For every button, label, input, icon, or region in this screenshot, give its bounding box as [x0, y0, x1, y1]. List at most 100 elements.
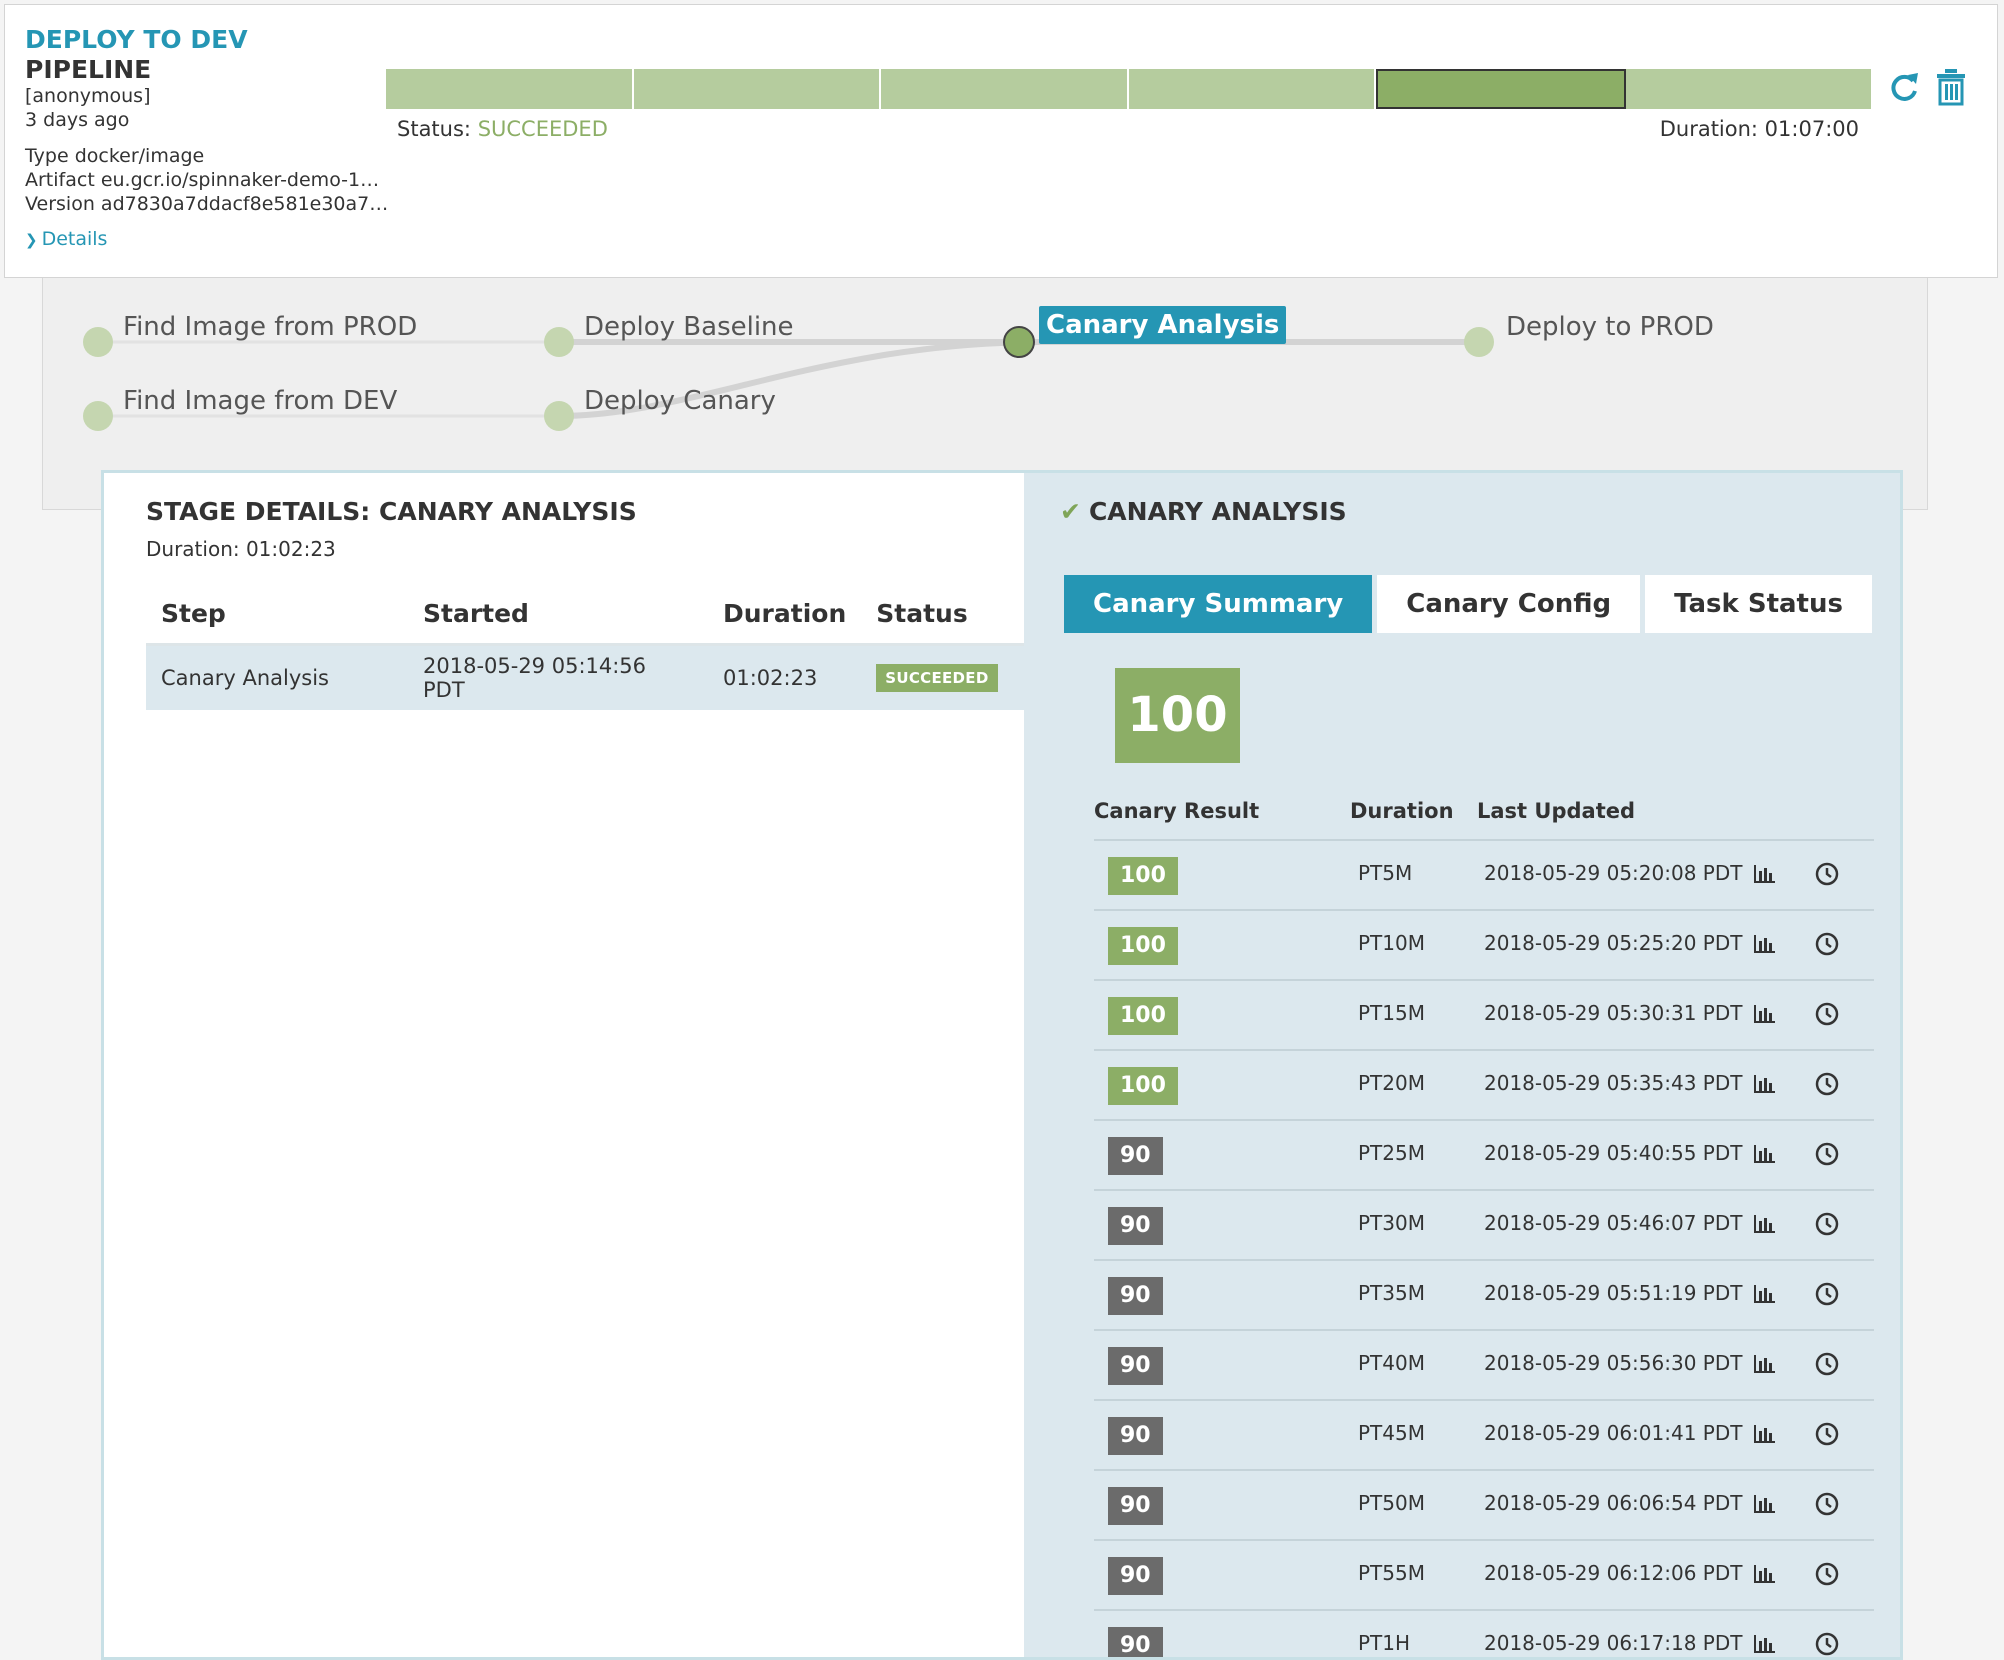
execution-header: DEPLOY TO DEV PIPELINE [anonymous] 3 day… [4, 4, 1998, 278]
execution-progress-bar[interactable] [386, 69, 1871, 109]
details-toggle[interactable]: ❯ Details [25, 228, 107, 250]
step-name: Canary Analysis [146, 644, 408, 710]
time-ago: 3 days ago [25, 109, 130, 131]
bar-chart-icon[interactable] [1752, 1283, 1776, 1305]
clock-icon[interactable] [1814, 1491, 1840, 1517]
result-last-updated: 2018-05-29 05:35:43 PDT [1484, 1071, 1743, 1095]
clock-icon[interactable] [1814, 1351, 1840, 1377]
list-item: 90 PT35M 2018-05-29 05:51:19 PDT [1094, 1261, 1874, 1331]
stage-duration: Duration: 01:02:23 [146, 537, 336, 561]
bar-chart-icon[interactable] [1752, 1493, 1776, 1515]
result-duration: PT35M [1358, 1281, 1425, 1305]
tab-task-status[interactable]: Task Status [1645, 575, 1872, 633]
trash-icon[interactable] [1933, 67, 1969, 107]
result-last-updated: 2018-05-29 05:25:20 PDT [1484, 931, 1743, 955]
list-item: 90 PT30M 2018-05-29 05:46:07 PDT [1094, 1191, 1874, 1261]
stage-node-deploy-prod[interactable]: Deploy to PROD [1506, 312, 1714, 342]
result-last-updated: 2018-05-29 05:56:30 PDT [1484, 1351, 1743, 1375]
result-last-updated: 2018-05-29 06:17:18 PDT [1484, 1631, 1743, 1655]
clock-icon[interactable] [1814, 931, 1840, 957]
artifact-type: Type docker/image [25, 145, 204, 167]
bar-chart-icon[interactable] [1752, 1563, 1776, 1585]
list-item: 100 PT5M 2018-05-29 05:20:08 PDT [1094, 841, 1874, 911]
step-started: 2018-05-29 05:14:56 PDT [408, 644, 708, 710]
result-duration: PT15M [1358, 1001, 1425, 1025]
result-duration: PT55M [1358, 1561, 1425, 1585]
result-last-updated: 2018-05-29 06:01:41 PDT [1484, 1421, 1743, 1445]
bar-chart-icon[interactable] [1752, 1073, 1776, 1095]
step-duration: 01:02:23 [708, 644, 862, 710]
clock-icon[interactable] [1814, 1001, 1840, 1027]
result-duration: PT5M [1358, 861, 1413, 885]
check-icon: ✔ [1060, 497, 1081, 526]
trigger-user: [anonymous] [25, 85, 151, 107]
pipeline-name[interactable]: DEPLOY TO DEV [25, 25, 248, 54]
col-status: Status [861, 583, 1024, 646]
status-value: SUCCEEDED [477, 117, 608, 141]
bar-chart-icon[interactable] [1752, 1213, 1776, 1235]
list-item: 90 PT40M 2018-05-29 05:56:30 PDT [1094, 1331, 1874, 1401]
result-last-updated: 2018-05-29 05:46:07 PDT [1484, 1211, 1743, 1235]
progress-segment[interactable] [1625, 69, 1871, 109]
details-link-label: Details [41, 228, 108, 250]
bar-chart-icon[interactable] [1752, 1143, 1776, 1165]
stage-node-canary-analysis[interactable]: Canary Analysis [1039, 306, 1287, 344]
result-last-updated: 2018-05-29 05:51:19 PDT [1484, 1281, 1743, 1305]
result-score-badge: 100 [1108, 1067, 1178, 1105]
stage-steps-pane: STAGE DETAILS: CANARY ANALYSIS Duration:… [104, 473, 1024, 1657]
result-last-updated: 2018-05-29 05:20:08 PDT [1484, 861, 1743, 885]
artifact-name: Artifact eu.gcr.io/spinnaker-demo-1… [25, 169, 379, 191]
node-dot-deploy-prod [1464, 327, 1494, 357]
stage-node-find-image-dev[interactable]: Find Image from DEV [123, 386, 397, 416]
result-duration: PT25M [1358, 1141, 1425, 1165]
clock-icon[interactable] [1814, 1561, 1840, 1587]
stage-node-deploy-canary[interactable]: Deploy Canary [584, 386, 776, 416]
progress-segment[interactable] [881, 69, 1129, 109]
clock-icon[interactable] [1814, 1421, 1840, 1447]
bar-chart-icon[interactable] [1752, 863, 1776, 885]
bar-chart-icon[interactable] [1752, 1633, 1776, 1655]
list-item: 90 PT55M 2018-05-29 06:12:06 PDT [1094, 1541, 1874, 1611]
result-score-badge: 100 [1108, 997, 1178, 1035]
progress-segment[interactable] [1376, 69, 1626, 109]
clock-icon[interactable] [1814, 1631, 1840, 1657]
tab-canary-summary[interactable]: Canary Summary [1064, 575, 1373, 633]
node-dot-deploy-canary [544, 401, 574, 431]
node-dot-deploy-baseline [544, 327, 574, 357]
bar-chart-icon[interactable] [1752, 1423, 1776, 1445]
clock-icon[interactable] [1814, 1071, 1840, 1097]
result-score-badge: 90 [1108, 1417, 1163, 1455]
tab-canary-config[interactable]: Canary Config [1377, 575, 1641, 633]
col-started: Started [408, 583, 708, 646]
bar-chart-icon[interactable] [1752, 1003, 1776, 1025]
steps-table: Step Started Duration Status Canary Anal… [146, 583, 1024, 710]
list-item: 100 PT20M 2018-05-29 05:35:43 PDT [1094, 1051, 1874, 1121]
canary-analysis-heading: ✔ CANARY ANALYSIS [1060, 497, 1347, 526]
list-item: 100 PT10M 2018-05-29 05:25:20 PDT [1094, 911, 1874, 981]
bar-chart-icon[interactable] [1752, 1353, 1776, 1375]
col-duration: Duration [708, 583, 862, 646]
refresh-icon[interactable] [1886, 67, 1922, 107]
clock-icon[interactable] [1814, 1141, 1840, 1167]
progress-segment[interactable] [1128, 69, 1376, 109]
progress-segment[interactable] [386, 69, 634, 109]
list-item: 100 PT15M 2018-05-29 05:30:31 PDT [1094, 981, 1874, 1051]
result-duration: PT45M [1358, 1421, 1425, 1445]
clock-icon[interactable] [1814, 1281, 1840, 1307]
table-row[interactable]: Canary Analysis 2018-05-29 05:14:56 PDT … [146, 644, 1024, 710]
progress-segment[interactable] [633, 69, 881, 109]
artifact-label: Artifact [25, 169, 95, 191]
artifact-value: eu.gcr.io/spinnaker-demo-1… [100, 169, 380, 191]
execution-duration: Duration: 01:07:00 [1659, 117, 1859, 141]
step-status-cell: SUCCEEDED [861, 644, 1024, 710]
artifact-version: Version ad7830a7ddacf8e581e30a7… [25, 193, 388, 215]
stage-node-deploy-baseline[interactable]: Deploy Baseline [584, 312, 794, 342]
result-score-badge: 90 [1108, 1347, 1163, 1385]
result-duration: PT30M [1358, 1211, 1425, 1235]
clock-icon[interactable] [1814, 1211, 1840, 1237]
result-last-updated: 2018-05-29 06:12:06 PDT [1484, 1561, 1743, 1585]
bar-chart-icon[interactable] [1752, 933, 1776, 955]
result-score-badge: 90 [1108, 1277, 1163, 1315]
stage-node-find-image-prod[interactable]: Find Image from PROD [123, 312, 417, 342]
clock-icon[interactable] [1814, 861, 1840, 887]
